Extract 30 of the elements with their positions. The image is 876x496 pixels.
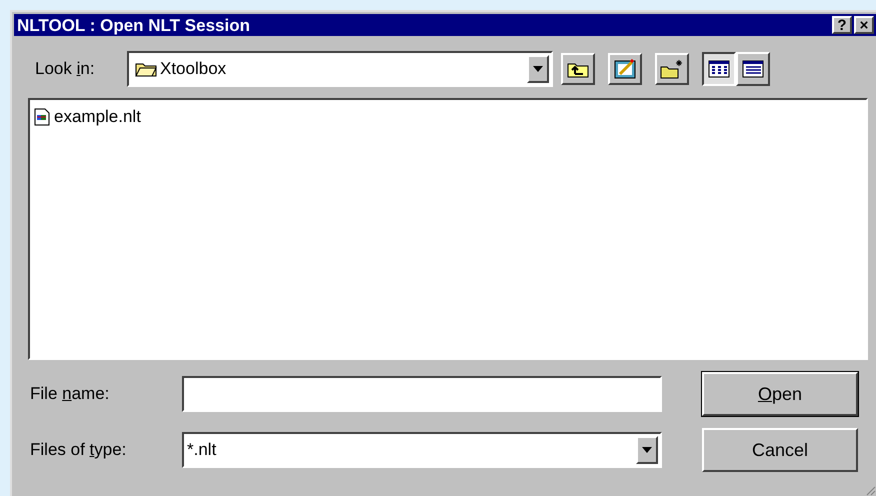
dropdown-button[interactable] bbox=[527, 55, 549, 83]
folder-icon bbox=[135, 61, 157, 77]
toolbar-button[interactable] bbox=[608, 53, 642, 85]
caret-icon bbox=[642, 447, 652, 453]
look-in-value: Xtoolbox bbox=[160, 58, 228, 80]
toolbar-button[interactable] bbox=[561, 53, 595, 85]
file-type-dropdown[interactable]: *.nlt bbox=[182, 432, 662, 468]
look-in-label: Look in: bbox=[35, 58, 96, 80]
file-item[interactable]: example.nlt bbox=[34, 104, 143, 130]
cancel-button[interactable]: Cancel bbox=[702, 428, 858, 472]
close-button[interactable]: × bbox=[854, 16, 874, 34]
list-view-icon bbox=[708, 60, 730, 78]
pencil-frame-icon bbox=[614, 59, 636, 79]
file-name-field[interactable] bbox=[182, 376, 662, 412]
look-in-dropdown[interactable]: Xtoolbox bbox=[127, 51, 553, 87]
window-title: NLTOOL : Open NLT Session bbox=[17, 16, 250, 34]
file-type-label: Files of type: bbox=[30, 439, 128, 462]
dropdown-button[interactable] bbox=[636, 436, 658, 464]
caret-icon bbox=[533, 66, 543, 72]
help-button[interactable]: ? bbox=[832, 16, 852, 34]
new-folder-icon bbox=[660, 59, 684, 79]
document-icon bbox=[34, 108, 50, 126]
toolbar-button[interactable] bbox=[655, 53, 689, 85]
details-view-icon bbox=[742, 60, 764, 78]
file-type-value: *.nlt bbox=[187, 439, 218, 462]
open-button[interactable]: Open bbox=[702, 372, 858, 416]
resize-grip-icon bbox=[864, 484, 876, 496]
view-toggle-button[interactable] bbox=[702, 52, 736, 86]
file-name-label: File name: bbox=[30, 383, 110, 406]
file-name: example.nlt bbox=[54, 106, 141, 128]
